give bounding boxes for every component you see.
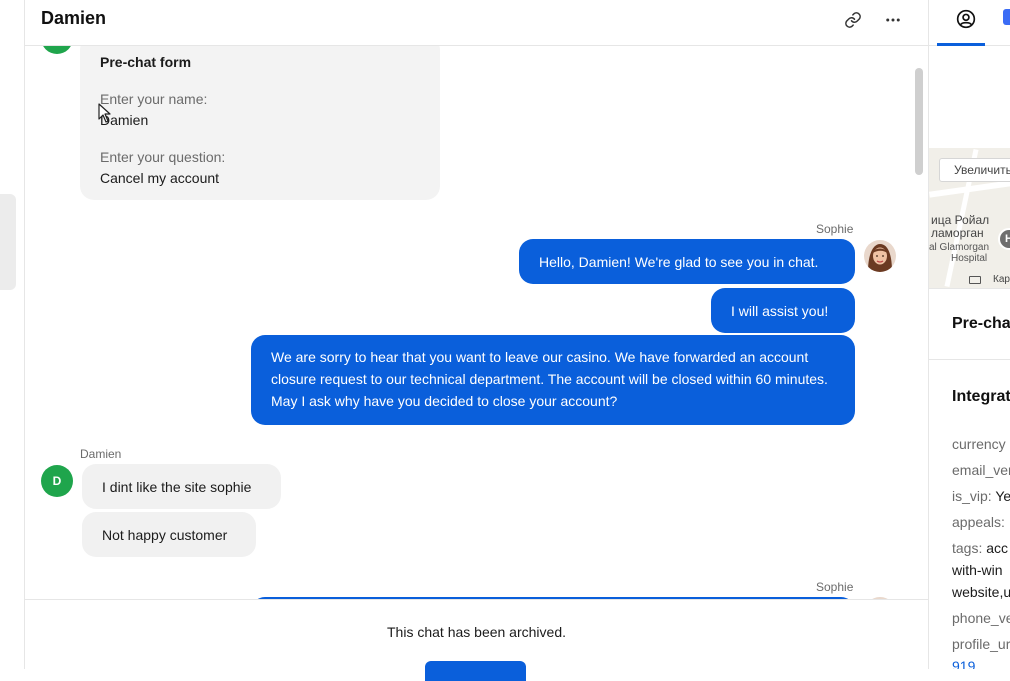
section-divider	[929, 288, 1010, 289]
map-place-label: ица Ройал ламорган	[931, 213, 990, 240]
agent-message: We are sorry to hear that you want to le…	[251, 335, 855, 425]
message-author: Sophie	[816, 222, 854, 236]
question-label: Enter your question:	[100, 149, 226, 165]
copy-link-button[interactable]	[837, 6, 869, 38]
map-hospital-label: al Glamorgan Hospital	[929, 242, 990, 264]
chat-header: Damien	[25, 0, 928, 46]
field-email-verified: email_ver	[952, 462, 1010, 478]
chat-title: Damien	[41, 8, 107, 28]
keyboard-icon[interactable]	[969, 276, 981, 284]
field-currency: currency	[952, 436, 1006, 452]
map-pin-icon[interactable]: H	[998, 228, 1010, 250]
tab-apps[interactable]	[1003, 9, 1010, 25]
profile-url-link[interactable]: 919	[952, 655, 1010, 669]
field-phone-verified: phone_ve	[952, 610, 1010, 626]
field-appeals: appeals:	[952, 514, 1005, 530]
question-value: Cancel my account	[100, 170, 220, 186]
message-author: Damien	[80, 447, 122, 461]
field-profile-url: profile_ur 919	[952, 633, 1010, 669]
more-icon	[884, 11, 902, 34]
agent-message: I will assist you!	[711, 288, 855, 333]
name-label: Enter your name:	[100, 91, 208, 107]
sidebar-collapse-handle[interactable]	[0, 194, 16, 290]
chat-transcript[interactable]: Pre-chat form Enter your name: Damien En…	[25, 46, 928, 599]
chat-footer: This chat has been archived.	[25, 599, 928, 681]
archived-note: This chat has been archived.	[387, 624, 566, 640]
avatar-initial: D	[52, 474, 62, 488]
left-sidebar-strip	[0, 0, 25, 669]
map-zoom-button[interactable]: Увеличить	[939, 158, 1010, 182]
prechat-form-card: Pre-chat form Enter your name: Damien En…	[80, 46, 440, 200]
mouse-cursor-icon	[98, 103, 112, 128]
integrations-section-title[interactable]: Integrat	[952, 388, 1010, 406]
link-icon	[844, 11, 862, 34]
customer-message: I dint like the site sophie	[82, 464, 281, 509]
active-tab-indicator	[937, 43, 985, 46]
prechat-section-title[interactable]: Pre-cha	[952, 315, 1010, 333]
section-divider	[929, 359, 1010, 360]
location-map[interactable]: Увеличить ица Ройал ламорган al Glamorga…	[929, 148, 1010, 288]
footer-action-button[interactable]	[425, 661, 526, 681]
user-circle-icon	[956, 9, 976, 34]
map-attribution[interactable]: Кар	[993, 274, 1010, 285]
agent-message: Hello, Damien! We're glad to see you in …	[519, 239, 855, 284]
agent-avatar	[864, 240, 896, 272]
field-is-vip: is_vip: Ye	[952, 488, 1010, 504]
details-panel: Увеличить ица Ройал ламорган al Glamorga…	[928, 0, 1010, 669]
tab-customer-info[interactable]	[952, 7, 980, 35]
details-tabs	[929, 0, 1010, 46]
message-author: Sophie	[816, 580, 854, 594]
more-options-button[interactable]	[877, 6, 909, 38]
transcript-scrollbar[interactable]	[915, 68, 923, 175]
customer-message: Not happy customer	[82, 512, 256, 557]
field-tags: tags: acc with-win website,u	[952, 540, 1010, 600]
customer-avatar	[41, 46, 73, 54]
chat-panel: Damien Pre-chat form Enter your name: Da…	[25, 0, 928, 681]
prechat-form-title: Pre-chat form	[100, 54, 192, 70]
customer-avatar: D	[41, 465, 73, 497]
